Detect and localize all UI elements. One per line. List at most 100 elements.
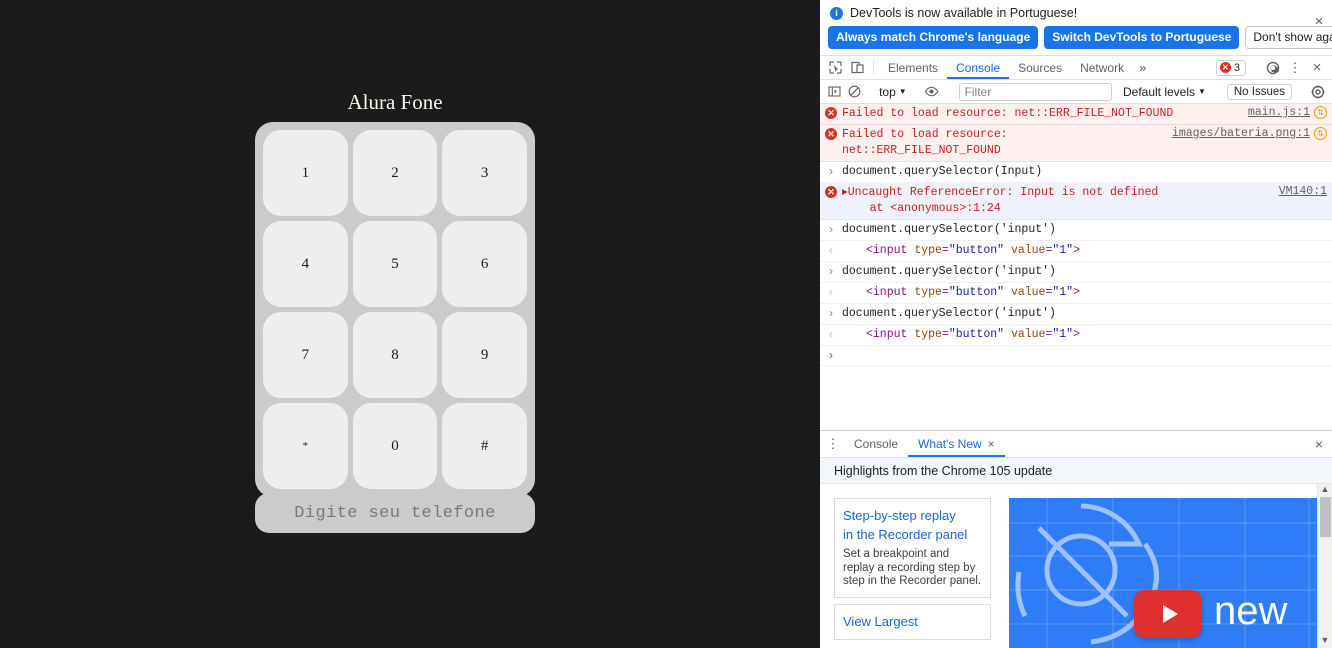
tab-console[interactable]: Console — [947, 56, 1009, 79]
chevron-down-icon: ▼ — [1198, 87, 1206, 96]
input-arrow-icon: › — [820, 222, 842, 237]
console-row-exception[interactable]: ✕ ▸Uncaught ReferenceError: Input is not … — [820, 183, 1332, 220]
log-levels-selector[interactable]: Default levels ▼ — [1118, 85, 1211, 99]
network-request-icon[interactable]: ⇅ — [1314, 106, 1327, 119]
close-drawer-icon[interactable]: × — [1306, 431, 1332, 457]
input-arrow-icon: › — [820, 264, 842, 279]
keypad-key-9[interactable] — [442, 312, 527, 398]
console-row-command[interactable]: › document.querySelector('input') — [820, 262, 1332, 283]
output-arrow-icon: ‹ — [827, 328, 835, 342]
source-link[interactable]: main.js:1 — [1248, 106, 1310, 119]
chevron-down-icon: ▼ — [898, 87, 907, 96]
phone-number-input[interactable] — [255, 493, 535, 533]
divider — [873, 60, 874, 75]
close-icon[interactable]: × — [988, 437, 995, 451]
issues-button[interactable]: No Issues — [1226, 83, 1292, 100]
console-row-response[interactable]: ‹ <input type="button" value="1"> — [820, 325, 1332, 346]
console-row-error[interactable]: ✕ Failed to load resource: net::ERR_FILE_… — [820, 104, 1332, 125]
whats-new-header: Highlights from the Chrome 105 update — [820, 458, 1332, 484]
console-error-text: Failed to load resource: net::ERR_FILE_N… — [842, 128, 1008, 157]
error-icon: ✕ — [820, 185, 842, 198]
output-arrow-icon: ‹ — [820, 327, 842, 342]
always-match-chrome-language-button[interactable]: Always match Chrome's language — [828, 26, 1039, 49]
error-count-badge[interactable]: ✕ 3 — [1215, 59, 1246, 76]
execution-context-label: top — [879, 84, 896, 99]
output-arrow-icon: ‹ — [820, 285, 842, 300]
keypad-key-2[interactable] — [352, 130, 438, 216]
console-sidebar-icon[interactable] — [824, 85, 844, 98]
console-row-command[interactable]: › document.querySelector('input') — [820, 220, 1332, 241]
keypad-key-8[interactable] — [352, 312, 438, 398]
console-error-text: Failed to load resource: net::ERR_FILE_N… — [842, 107, 1174, 120]
console-command-text: document.querySelector('input') — [842, 223, 1056, 236]
card-title-line2[interactable]: in the Recorder panel — [843, 525, 982, 544]
card-title-line1[interactable]: View Largest — [843, 612, 982, 631]
source-link[interactable]: VM140:1 — [1279, 185, 1327, 198]
console-row-command[interactable]: › document.querySelector(Input) — [820, 162, 1332, 183]
gear-icon[interactable] — [1262, 61, 1284, 75]
kebab-icon[interactable]: ⋮ — [1284, 60, 1306, 76]
execution-context-selector[interactable]: top ▼ — [875, 85, 911, 99]
inspect-element-icon[interactable] — [824, 56, 846, 79]
keypad-key-7[interactable] — [263, 312, 348, 398]
scrollbar-thumb[interactable] — [1320, 497, 1331, 537]
error-icon: ✕ — [820, 127, 842, 140]
input-arrow-icon: › — [827, 265, 835, 279]
device-toolbar-icon[interactable] — [846, 56, 868, 79]
tab-network[interactable]: Network — [1071, 56, 1133, 79]
console-row-error[interactable]: ✕ Failed to load resource: net::ERR_FILE_… — [820, 125, 1332, 162]
keypad-key-star[interactable] — [263, 403, 348, 489]
filter-input[interactable] — [958, 82, 1112, 101]
whats-new-card[interactable]: View Largest — [834, 603, 991, 640]
console-row-prompt[interactable]: › — [820, 346, 1332, 366]
console-filter-bar: top ▼ Default levels ▼ No Issues — [820, 80, 1332, 104]
close-icon[interactable]: × — [1312, 14, 1326, 29]
drawer-tab-console[interactable]: Console — [844, 431, 908, 457]
live-expression-icon[interactable] — [922, 85, 942, 98]
play-button-icon[interactable] — [1134, 590, 1202, 638]
clear-console-icon[interactable] — [844, 85, 864, 98]
scroll-down-icon[interactable]: ▼ — [1321, 635, 1330, 646]
keypad-key-hash[interactable] — [442, 403, 527, 489]
console-log[interactable]: ✕ Failed to load resource: net::ERR_FILE_… — [820, 104, 1332, 430]
whats-new-scrollbar[interactable]: ▲ ▼ — [1317, 484, 1332, 648]
card-title-line1[interactable]: Step-by-step replay — [843, 506, 982, 525]
page-title: Alura Fone — [347, 90, 443, 114]
console-row-command[interactable]: › document.querySelector('input') — [820, 304, 1332, 325]
error-icon: ✕ — [825, 186, 837, 198]
console-row-response[interactable]: ‹ <input type="button" value="1"> — [820, 241, 1332, 262]
whats-new-card[interactable]: Step-by-step replay in the Recorder pane… — [834, 498, 991, 598]
console-command-text: document.querySelector('input') — [842, 265, 1056, 278]
whats-new-video-thumbnail[interactable]: new — [1009, 498, 1329, 648]
input-arrow-icon: › — [827, 307, 835, 321]
info-icon: i — [830, 6, 843, 20]
devtools-panel: i DevTools is now available in Portugues… — [820, 0, 1332, 648]
gear-icon[interactable] — [1308, 85, 1328, 99]
keypad-key-3[interactable] — [442, 130, 527, 216]
kebab-icon[interactable]: ⋮ — [822, 431, 844, 457]
input-arrow-icon: › — [820, 348, 842, 363]
switch-devtools-to-portuguese-button[interactable]: Switch DevTools to Portuguese — [1044, 26, 1240, 49]
phone-widget: Alura Fone — [255, 90, 535, 533]
network-request-icon[interactable]: ⇅ — [1314, 127, 1327, 140]
keypad-key-1[interactable] — [263, 130, 348, 216]
language-banner-message: i DevTools is now available in Portugues… — [828, 4, 1324, 26]
devtools-drawer: ⋮ Console What's New × × Highlights from… — [820, 430, 1332, 648]
keypad-key-6[interactable] — [442, 221, 527, 307]
error-icon: ✕ — [825, 128, 837, 140]
output-arrow-icon: ‹ — [827, 244, 835, 258]
input-arrow-icon: › — [827, 349, 835, 363]
keypad-key-4[interactable] — [263, 221, 348, 307]
keypad-key-0[interactable] — [352, 403, 438, 489]
tab-sources[interactable]: Sources — [1009, 56, 1071, 79]
tab-elements[interactable]: Elements — [879, 56, 947, 79]
drawer-tab-whats-new[interactable]: What's New × — [908, 431, 1005, 457]
console-source: images/bateria.png:1 ⇅ — [1172, 127, 1332, 140]
console-row-response[interactable]: ‹ <input type="button" value="1"> — [820, 283, 1332, 304]
scroll-up-icon[interactable]: ▲ — [1321, 484, 1330, 495]
more-tabs-icon[interactable]: » — [1133, 56, 1152, 79]
source-link[interactable]: images/bateria.png:1 — [1172, 127, 1310, 140]
keypad-key-5[interactable] — [352, 221, 438, 307]
input-arrow-icon: › — [827, 165, 835, 179]
close-icon[interactable]: × — [1306, 59, 1328, 76]
